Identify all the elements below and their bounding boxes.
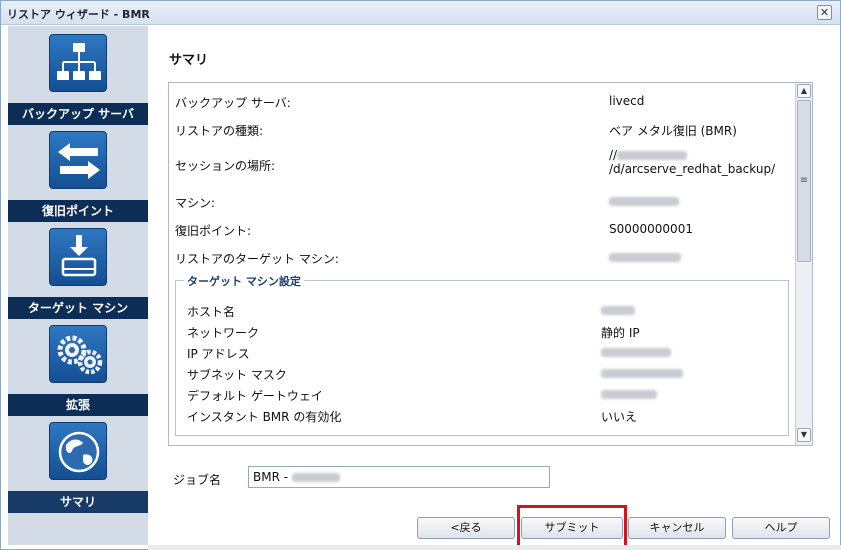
restore-wizard-window: リストア ウィザード - BMR ✕ バックアップ サーバ 復旧ポイント ターゲ… — [0, 0, 841, 550]
session-location-path: /d/arcserve_redhat_backup/ — [609, 162, 776, 176]
job-name-prefix: BMR - — [253, 470, 292, 484]
setting-value: 静的 IP — [601, 326, 640, 340]
step-recovery-point[interactable]: 復旧ポイント — [8, 127, 148, 225]
summary-value: S0000000001 — [609, 222, 693, 236]
window-title: リストア ウィザード - BMR — [7, 8, 150, 21]
vertical-scrollbar[interactable]: ▲ ≡ ▼ — [795, 83, 812, 445]
target-machine-settings: ターゲット マシン設定 ホスト名 ネットワーク 静的 IP IP アドレス サブ… — [175, 273, 789, 436]
setting-label: ホスト名 — [187, 305, 236, 319]
setting-label: インスタント BMR の有効化 — [187, 410, 342, 424]
wizard-steps-sidebar: バックアップ サーバ 復旧ポイント ターゲット マシン 拡張 サマリ — [8, 26, 148, 545]
step-backup-server[interactable]: バックアップ サーバ — [8, 30, 148, 128]
globe-icon — [49, 422, 107, 480]
setting-label: IP アドレス — [187, 347, 250, 361]
step-label: ターゲット マシン — [8, 297, 148, 319]
page-title: サマリ — [169, 53, 209, 68]
scroll-down-arrow-icon[interactable]: ▼ — [797, 428, 811, 442]
summary-label: リストアの種類: — [175, 124, 264, 138]
setting-label: ネットワーク — [187, 326, 260, 340]
setting-value: いいえ — [601, 410, 638, 424]
footer-strip — [148, 545, 841, 550]
redacted-value — [291, 473, 340, 482]
summary-value: ベア メタル復旧 (BMR) — [609, 124, 737, 138]
step-target-machine[interactable]: ターゲット マシン — [8, 224, 148, 322]
arrows-exchange-icon — [49, 131, 107, 189]
redacted-value — [601, 366, 683, 380]
gears-icon — [49, 325, 107, 383]
summary-label: 復旧ポイント: — [175, 224, 252, 238]
job-name-label: ジョブ名 — [173, 473, 222, 487]
summary-label: リストアのターゲット マシン: — [175, 252, 339, 266]
cancel-button[interactable]: キャンセル — [628, 517, 726, 539]
summary-value: livecd — [609, 94, 645, 108]
submit-highlight-box — [517, 505, 627, 548]
summary-panel: バックアップ サーバ: livecd リストアの種類: ベア メタル復旧 (BM… — [168, 82, 813, 446]
session-location-prefix: // — [609, 148, 618, 162]
step-label: サマリ — [8, 491, 148, 513]
title-bar: リストア ウィザード - BMR ✕ — [1, 1, 840, 25]
session-location-value: // /d/arcserve_redhat_backup/ — [609, 148, 775, 176]
close-button[interactable]: ✕ — [817, 5, 832, 20]
download-drive-icon — [49, 228, 107, 286]
redacted-value — [609, 194, 679, 208]
scroll-up-arrow-icon[interactable]: ▲ — [797, 84, 811, 98]
redacted-value — [601, 345, 671, 359]
job-name-input[interactable]: BMR - — [248, 466, 550, 488]
redacted-value — [609, 250, 681, 264]
step-label: 拡張 — [8, 394, 148, 416]
setting-label: サブネット マスク — [187, 368, 287, 382]
redacted-value — [617, 151, 688, 160]
redacted-value — [601, 387, 657, 401]
summary-label: バックアップ サーバ: — [175, 96, 291, 110]
step-label: バックアップ サーバ — [8, 103, 148, 125]
summary-label: マシン: — [175, 196, 216, 210]
server-network-icon — [49, 34, 107, 92]
redacted-value — [601, 303, 635, 317]
step-advanced[interactable]: 拡張 — [8, 321, 148, 419]
scroll-thumb[interactable]: ≡ — [797, 100, 811, 262]
help-button[interactable]: ヘルプ — [732, 517, 830, 539]
fieldset-legend: ターゲット マシン設定 — [184, 273, 304, 289]
summary-label: セッションの場所: — [175, 159, 276, 173]
step-summary[interactable]: サマリ — [8, 418, 148, 516]
setting-label: デフォルト ゲートウェイ — [187, 389, 323, 403]
back-button[interactable]: <戻る — [417, 517, 515, 539]
step-label: 復旧ポイント — [8, 200, 148, 222]
